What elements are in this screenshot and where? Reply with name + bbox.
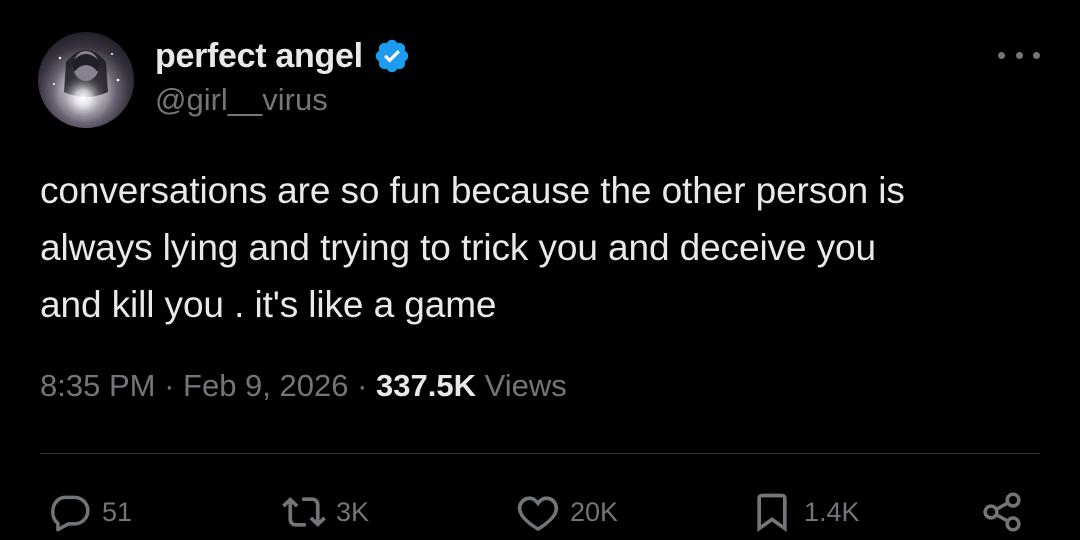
meta-separator: ·: [348, 368, 377, 403]
repost-button[interactable]: 3K: [282, 486, 369, 538]
more-dot: [1033, 51, 1040, 59]
reply-button[interactable]: 51: [48, 486, 132, 538]
tweet-card: perfect angel @girl__virus conversations…: [0, 0, 1080, 540]
repost-count: 3K: [336, 496, 370, 527]
views-count[interactable]: 337.5K: [376, 368, 476, 403]
meta-separator: ·: [155, 368, 184, 403]
share-icon: [983, 492, 1021, 532]
tweet-time[interactable]: 8:35 PM: [40, 368, 155, 403]
verified-badge-icon[interactable]: [373, 37, 411, 75]
tweet-text: conversations are so fun because the oth…: [40, 170, 905, 325]
author-name-row: perfect angel: [155, 34, 411, 78]
like-button[interactable]: 20K: [516, 486, 618, 538]
bookmark-count: 1.4K: [804, 496, 860, 527]
like-count: 20K: [570, 496, 619, 527]
author-handle[interactable]: @girl__virus: [155, 82, 328, 118]
divider: [40, 453, 1040, 454]
heart-icon: [517, 496, 559, 532]
more-dot: [998, 51, 1005, 59]
share-button[interactable]: [980, 486, 1024, 538]
bookmark-button[interactable]: 1.4K: [750, 486, 860, 538]
views-label: Views: [484, 368, 567, 403]
avatar[interactable]: [38, 32, 134, 128]
action-bar: 51 3K 20K 1.4K: [0, 486, 1080, 538]
more-options-icon[interactable]: [998, 40, 1040, 70]
reply-count: 51: [102, 496, 133, 527]
bookmark-icon: [757, 493, 787, 533]
author-display-name[interactable]: perfect angel: [155, 37, 363, 76]
tweet-date[interactable]: Feb 9, 2026: [183, 368, 348, 403]
more-dot: [1015, 51, 1023, 59]
repost-icon: [282, 497, 326, 527]
reply-icon: [51, 495, 90, 532]
tweet-meta: 8:35 PM · Feb 9, 2026 · 337.5K Views: [40, 368, 567, 404]
